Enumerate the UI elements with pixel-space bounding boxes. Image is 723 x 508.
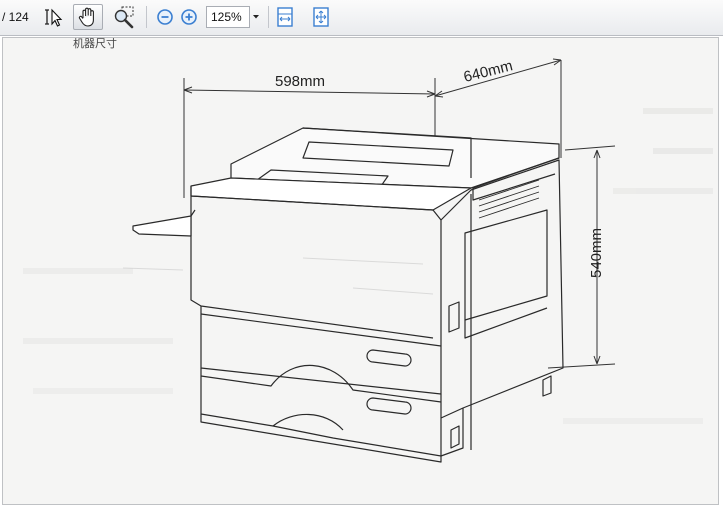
fit-page-icon[interactable] — [308, 4, 334, 30]
width-label: 598mm — [275, 73, 325, 90]
hand-tool-icon[interactable] — [73, 4, 103, 30]
toolbar-separator — [268, 6, 269, 28]
page-count: / 124 — [2, 10, 29, 24]
toolbar-separator — [146, 6, 147, 28]
marquee-zoom-icon[interactable] — [111, 4, 137, 30]
zoom-out-icon[interactable] — [152, 4, 178, 30]
document-viewport[interactable]: 机器尺寸 598mm 640mm 540mm — [2, 37, 719, 505]
zoom-in-icon[interactable] — [176, 4, 202, 30]
chevron-down-icon[interactable] — [250, 6, 262, 28]
toolbar: / 124 125% — [0, 0, 723, 36]
stray-heading-text: 机器尺寸 — [73, 38, 117, 50]
bleed-through-marks — [122, 257, 434, 295]
fit-width-icon[interactable] — [272, 4, 298, 30]
depth-label: 640mm — [462, 57, 515, 86]
printer-dimension-drawing: 机器尺寸 598mm 640mm 540mm — [23, 38, 713, 463]
text-select-icon[interactable] — [40, 4, 66, 30]
height-label: 540mm — [588, 228, 605, 278]
printer-illustration — [132, 127, 564, 463]
zoom-level-input[interactable]: 125% — [206, 6, 250, 28]
